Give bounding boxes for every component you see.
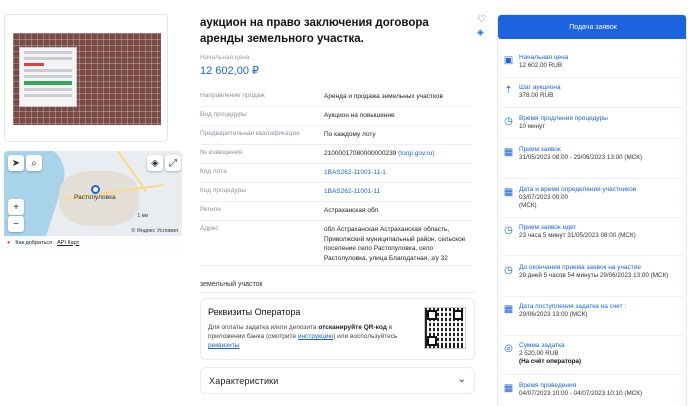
lot-properties: Направление продаж Аренда и продажа земе… <box>200 88 472 266</box>
prop-row: Адрес обл Астраханская Астраханская обла… <box>200 221 472 266</box>
coins-icon: ◎ <box>504 343 513 354</box>
lot-map-image <box>13 33 161 125</box>
lot-code-link[interactable]: 1BAS262-11001-11-1 <box>324 164 472 182</box>
sidebar-item: ◷ До окончания приема заявок на участие 2… <box>504 264 669 279</box>
map-pin-icon[interactable] <box>91 185 100 194</box>
page-title: аукцион на право заключения договора аре… <box>200 17 429 45</box>
sidebar-item: ◷ Время продления процедуры 10 минут <box>504 115 608 130</box>
operator-title: Реквизиты Оператора <box>208 307 301 317</box>
requisites-link[interactable]: реквизиты <box>208 342 239 349</box>
map-fullscreen-button[interactable]: ⤢ <box>165 155 181 171</box>
chevron-down-icon: ⌄ <box>457 374 466 385</box>
prop-row: Предварительная квалификация По каждому … <box>200 126 472 145</box>
prop-row: Код лота 1BAS262-11001-11-1 <box>200 164 472 183</box>
characteristics-title: Характеристики <box>209 376 279 386</box>
prop-row: Вид процедуры Аукцион на повышение <box>200 107 472 126</box>
location-map[interactable]: ➤ ⌕ ◈ ⤢ + − Растопуловка 1 км © Яндекс У… <box>4 151 182 249</box>
favorite-heart-icon[interactable]: ♡ <box>477 14 486 25</box>
calendar-icon: ▦ <box>503 147 514 158</box>
operator-text: Для оплаты задатка и/или депозита отскан… <box>208 324 398 349</box>
prop-row: Код процедуры 1BAS262-11001-11 <box>200 183 472 202</box>
map-layers-button[interactable]: ◈ <box>147 155 163 171</box>
lot-image[interactable] <box>4 14 168 142</box>
auction-sidebar: Подача заявок ▣ Начальная цена 12 602.00 … <box>497 14 687 406</box>
calendar-icon: ▦ <box>503 383 514 394</box>
sidebar-item: ▦ Прием заявок 31/05/2023 08:00 - 29/06/2… <box>503 146 643 161</box>
map-zoom-out-button[interactable]: − <box>8 216 24 232</box>
route-pin-icon: ● <box>7 239 11 246</box>
submit-application-button[interactable]: Подача заявок <box>498 15 686 39</box>
layers-icon[interactable]: ◈ <box>477 27 484 38</box>
map-place-label: Растопуловка <box>74 194 116 201</box>
map-locate-button[interactable]: ➤ <box>8 155 24 171</box>
map-route-link[interactable]: Как добраться <box>15 240 52 246</box>
prop-row: Направление продаж Аренда и продажа земе… <box>200 88 472 107</box>
operator-requisites-card: Реквизиты Оператора Для оплаты задатка и… <box>200 298 475 360</box>
qr-code <box>424 307 466 349</box>
torgi-link[interactable]: (torgi.gov.ru) <box>398 150 434 157</box>
procedure-code-link[interactable]: 1BAS262-11001-11 <box>324 183 472 201</box>
prop-row: № извещения 21000017080000000239 (torgi.… <box>200 145 472 164</box>
map-scale: 1 км <box>137 213 148 219</box>
instruction-link[interactable]: инструкцию <box>298 333 333 340</box>
sidebar-item: ⇡ Шаг аукциона 378.00 RUB <box>504 84 561 99</box>
clock-icon: ◷ <box>504 265 513 276</box>
clock-icon: ◷ <box>504 116 513 127</box>
map-search-button[interactable]: ⌕ <box>26 155 42 171</box>
price-label: Начальная цена <box>200 54 250 61</box>
map-api-link[interactable]: API Карт <box>57 240 79 246</box>
step-icon: ⇡ <box>504 85 513 96</box>
sidebar-item: ◎ Сумма задатка 2 520.00 RUB (На счёт опер… <box>504 342 582 365</box>
sidebar-item: ◷ Прием заявок идет 23 часа 5 минут 31/05… <box>504 224 636 239</box>
sidebar-item: ▦ Дата и время определения участников 03/… <box>503 186 637 209</box>
sidebar-item: ▦ Дата поступления задатка на счет :29/0… <box>503 303 627 318</box>
lot-description: земельный участок <box>200 281 263 288</box>
calendar-icon: ▦ <box>503 187 514 198</box>
clock-icon: ◷ <box>504 225 513 236</box>
sidebar-item: ▣ Начальная цена 12 602.00 RUB <box>503 54 569 69</box>
calendar-icon: ▦ <box>503 304 514 315</box>
sidebar-item: ▦ Время проведения 04/07/2023 10:00 - 04/… <box>503 382 643 397</box>
money-icon: ▣ <box>503 55 514 66</box>
map-zoom-in-button[interactable]: + <box>8 199 24 215</box>
characteristics-accordion[interactable]: Характеристики ⌄ <box>200 367 475 394</box>
map-provider: © Яндекс <box>131 228 156 234</box>
price-value: 12 602,00 ₽ <box>200 65 259 77</box>
prop-row: Регион Астраханская обл <box>200 202 472 221</box>
map-terms-link[interactable]: Условия <box>157 228 178 234</box>
